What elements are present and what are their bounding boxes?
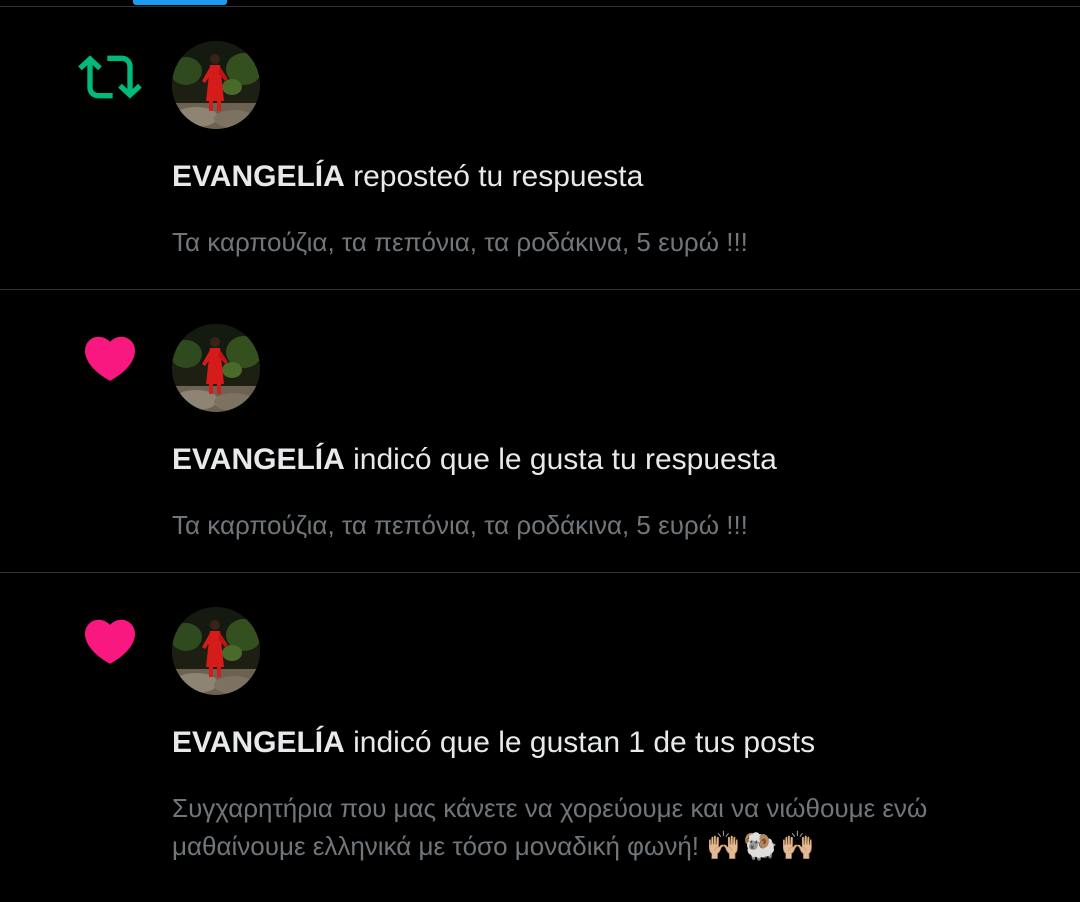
user-name[interactable]: EVANGELÍA [172,726,345,759]
user-name[interactable]: EVANGELÍA [172,160,345,193]
notification-action-text: reposteó tu respuesta [344,160,644,193]
notification-item-like[interactable]: EVANGELÍA indicó que le gustan 1 de tus … [0,573,1080,902]
post-snippet[interactable]: Τα καρπούζια, τα πεπόνια, τα ροδάκινα, 5… [172,506,1050,544]
user-avatar[interactable] [172,324,260,412]
notification-action-text: indicó que le gustan 1 de tus posts [344,726,816,759]
notification-headline: EVANGELÍA indicó que le gusta tu respues… [172,442,1050,478]
user-avatar[interactable] [172,607,260,695]
notification-headline: EVANGELÍA reposteó tu respuesta [172,159,1050,195]
notification-headline: EVANGELÍA indicó que le gustan 1 de tus … [172,725,1050,761]
notification-action-text: indicó que le gusta tu respuesta [344,443,777,476]
notification-item-repost[interactable]: EVANGELÍA reposteó tu respuesta Τα καρπο… [0,7,1080,290]
heart-icon [80,328,140,388]
post-snippet[interactable]: Συγχαρητήρια που μας κάνετε να χορεύουμε… [172,789,1050,865]
emoji-group: 🙌🏼🐏🙌🏼 [706,830,817,861]
user-avatar[interactable] [172,41,260,129]
post-snippet[interactable]: Τα καρπούζια, τα πεπόνια, τα ροδάκινα, 5… [172,223,1050,261]
repost-icon [78,45,142,109]
notification-item-like[interactable]: EVANGELÍA indicó que le gusta tu respues… [0,290,1080,573]
notifications-page: EVANGELÍA reposteó tu respuesta Τα καρπο… [0,0,1080,902]
heart-icon [80,611,140,671]
active-tab-indicator [133,0,227,5]
user-name[interactable]: EVANGELÍA [172,443,345,476]
